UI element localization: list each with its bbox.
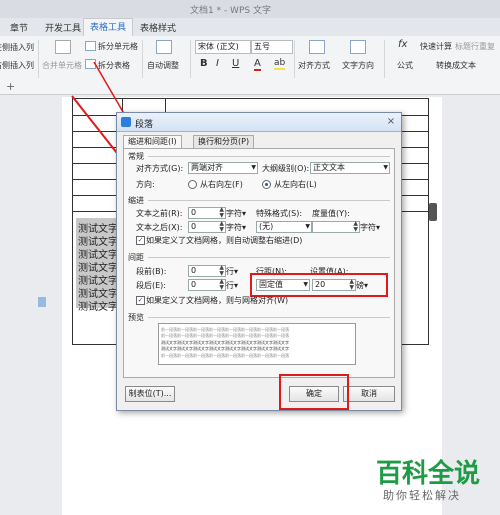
spacing-grid-label: 如果定义了文档网格，则与网格对齐(W) bbox=[146, 296, 289, 305]
spin-arrows-icon[interactable]: ▲ ▼ bbox=[219, 221, 224, 233]
section-divider bbox=[148, 156, 390, 157]
rtl-radio[interactable] bbox=[188, 180, 197, 189]
watermark-logo-text: 百科全说 bbox=[376, 459, 481, 489]
space-before-value: 0 bbox=[191, 266, 197, 275]
ltr-label: 从左向右(L) bbox=[274, 180, 317, 189]
outline-select[interactable]: 正文文本 ▼ bbox=[310, 162, 390, 174]
align-select[interactable]: 两端对齐 ▼ bbox=[188, 162, 258, 174]
chevron-down-icon: ▼ bbox=[251, 164, 256, 171]
space-before-input[interactable]: 0 ▲ ▼ bbox=[188, 265, 226, 277]
ltr-radio[interactable] bbox=[262, 180, 271, 189]
space-after-value: 0 bbox=[191, 280, 197, 289]
spacing-section-header: 间距 bbox=[128, 253, 144, 262]
space-unit[interactable]: 行▾ bbox=[226, 266, 238, 277]
watermark-slogan: 助你轻松解决 bbox=[383, 489, 461, 502]
indent-unit[interactable]: 字符▾ bbox=[226, 222, 246, 233]
special-format-select[interactable]: (无) ▼ bbox=[256, 221, 312, 233]
preview-next-paragraph: 前一段落前一段落前一段落前一段落前一段落前一段落前一段落前一段落 bbox=[161, 353, 289, 358]
spin-arrows-icon[interactable]: ▲ ▼ bbox=[219, 207, 224, 219]
tab-stops-button[interactable]: 制表位(T)... bbox=[125, 386, 175, 402]
general-section-header: 常规 bbox=[128, 152, 144, 161]
highlight-box-ok bbox=[279, 374, 349, 410]
preview-section-header: 预览 bbox=[128, 313, 144, 322]
spin-arrows-icon[interactable]: ▲ ▼ bbox=[219, 279, 224, 291]
cancel-button[interactable]: 取消 bbox=[343, 386, 395, 402]
preview-box: 前一段落前一段落前一段落前一段落前一段落前一段落前一段落前一段落 前一段落前一段… bbox=[158, 323, 356, 365]
indent-unit[interactable]: 字符▾ bbox=[226, 208, 246, 219]
preview-prev-paragraph: 前一段落前一段落前一段落前一段落前一段落前一段落前一段落前一段落 bbox=[161, 333, 289, 338]
tab-line-page-break[interactable]: 换行和分页(P) bbox=[193, 135, 255, 148]
dialog-title-bar: 段落 × bbox=[117, 113, 401, 132]
outline-label: 大纲级别(O): bbox=[262, 164, 310, 173]
special-format-label: 特殊格式(S): bbox=[256, 209, 303, 218]
section-divider bbox=[148, 200, 390, 201]
space-after-input[interactable]: 0 ▲ ▼ bbox=[188, 279, 226, 291]
special-format-value: (无) bbox=[259, 222, 274, 231]
indent-grid-checkbox[interactable]: ✓ bbox=[136, 236, 145, 245]
spin-arrows-icon[interactable]: ▲ ▼ bbox=[219, 265, 224, 277]
wps-icon bbox=[121, 117, 131, 127]
space-after-label: 段后(E): bbox=[136, 281, 166, 290]
chevron-down-icon: ▼ bbox=[305, 223, 310, 230]
indent-after-label: 文本之后(X): bbox=[136, 223, 183, 232]
preview-text: 测试文字测试文字测试文字测试文字测试文字测试文字测试文字测试文字 bbox=[161, 346, 289, 351]
paragraph-dialog: 段落 × 缩进和间距(I) 换行和分页(P) 常规 对齐方式(G): 两端对齐 ▼… bbox=[116, 112, 402, 411]
indent-after-input[interactable]: 0 ▲ ▼ bbox=[188, 221, 226, 233]
section-divider bbox=[148, 317, 390, 318]
direction-label: 方向: bbox=[136, 180, 155, 189]
measure-unit[interactable]: 字符▾ bbox=[360, 222, 380, 233]
indent-after-value: 0 bbox=[191, 222, 197, 231]
rtl-label: 从右向左(F) bbox=[200, 180, 243, 189]
align-value: 两端对齐 bbox=[191, 163, 223, 172]
tab-indent-spacing[interactable]: 缩进和间距(I) bbox=[123, 135, 182, 148]
indent-section-header: 缩进 bbox=[128, 196, 144, 205]
highlight-box-line-spacing bbox=[250, 273, 388, 297]
outline-value: 正文文本 bbox=[313, 163, 345, 172]
close-icon[interactable]: × bbox=[384, 115, 398, 128]
indent-grid-label: 如果定义了文档网格，则自动调整右缩进(D) bbox=[146, 236, 303, 245]
spin-arrows-icon[interactable]: ▲ ▼ bbox=[353, 221, 358, 233]
indent-before-input[interactable]: 0 ▲ ▼ bbox=[188, 207, 226, 219]
align-label: 对齐方式(G): bbox=[136, 164, 184, 173]
dialog-title: 段落 bbox=[135, 120, 154, 130]
indent-before-value: 0 bbox=[191, 208, 197, 217]
indent-before-label: 文本之前(R): bbox=[136, 209, 183, 218]
indent-spacing-panel: 常规 对齐方式(G): 两端对齐 ▼ 大纲级别(O): 正文文本 ▼ 方向: 从右向… bbox=[123, 148, 395, 378]
measure-input[interactable]: ▲ ▼ bbox=[312, 221, 360, 233]
measure-label: 度量值(Y): bbox=[312, 209, 350, 218]
space-unit[interactable]: 行▾ bbox=[226, 280, 238, 291]
space-before-label: 段前(B): bbox=[136, 267, 167, 276]
chevron-down-icon: ▼ bbox=[383, 164, 388, 171]
spacing-grid-checkbox[interactable]: ✓ bbox=[136, 296, 145, 305]
section-divider bbox=[148, 257, 390, 258]
